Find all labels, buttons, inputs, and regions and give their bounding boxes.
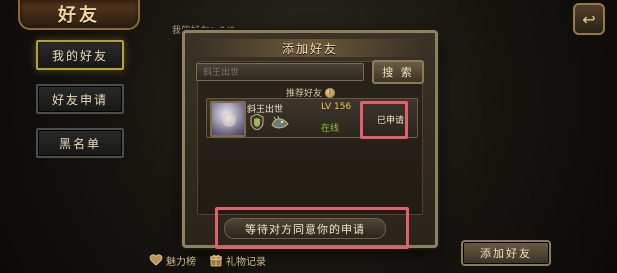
gift-log-label: 礼物记录: [226, 256, 266, 268]
sidebar: 我的好友 好友申请 黑名单: [36, 40, 124, 158]
gift-log-button[interactable]: 礼物记录: [206, 251, 268, 269]
search-row: 搜 索: [196, 60, 424, 84]
mount-icon: [270, 114, 290, 134]
rank-badge-icon: [250, 113, 264, 134]
sidebar-item-label: 黑名单: [58, 136, 101, 151]
bottom-toolbar: 魅力榜 礼物记录: [146, 249, 268, 271]
search-input[interactable]: [196, 63, 364, 81]
back-arrow-icon: ↩: [582, 9, 596, 29]
sidebar-item-blacklist[interactable]: 黑名单: [36, 128, 124, 158]
back-button[interactable]: ↩: [573, 3, 605, 35]
charm-rank-button[interactable]: 魅力榜: [146, 251, 198, 269]
modal-title: 添加好友: [281, 41, 338, 56]
page-title: 好友: [58, 5, 100, 26]
waiting-text: 等待对方同意你的申请: [245, 222, 365, 236]
search-button[interactable]: 搜 索: [372, 60, 424, 84]
gift-log-icon: [208, 252, 224, 268]
charm-rank-label: 魅力榜: [166, 256, 196, 268]
player-badges: [250, 113, 290, 134]
sidebar-item-my-friends[interactable]: 我的好友: [36, 40, 124, 70]
add-friend-button[interactable]: 添加好友: [461, 240, 551, 266]
sidebar-item-label: 我的好友: [51, 48, 108, 63]
info-icon: i: [325, 87, 336, 98]
add-friend-label: 添加好友: [480, 247, 532, 260]
page-title-banner: 好友: [18, 0, 140, 30]
avatar: [210, 101, 246, 137]
applied-status: 已申请: [376, 116, 404, 126]
sidebar-item-friend-requests[interactable]: 好友申请: [36, 84, 124, 114]
waiting-message: 等待对方同意你的申请: [224, 218, 386, 239]
modal-content-area: [197, 61, 423, 215]
heart-rank-icon: [148, 252, 164, 268]
modal-header: 添加好友: [195, 39, 425, 57]
sidebar-item-label: 好友申请: [51, 92, 108, 107]
search-button-label: 搜 索: [382, 66, 414, 79]
player-online-status: 在线: [321, 124, 340, 134]
player-level: LV 156: [321, 102, 352, 112]
recommended-player-card[interactable]: 斜王出世 LV 156 在线 已申请: [206, 98, 418, 138]
